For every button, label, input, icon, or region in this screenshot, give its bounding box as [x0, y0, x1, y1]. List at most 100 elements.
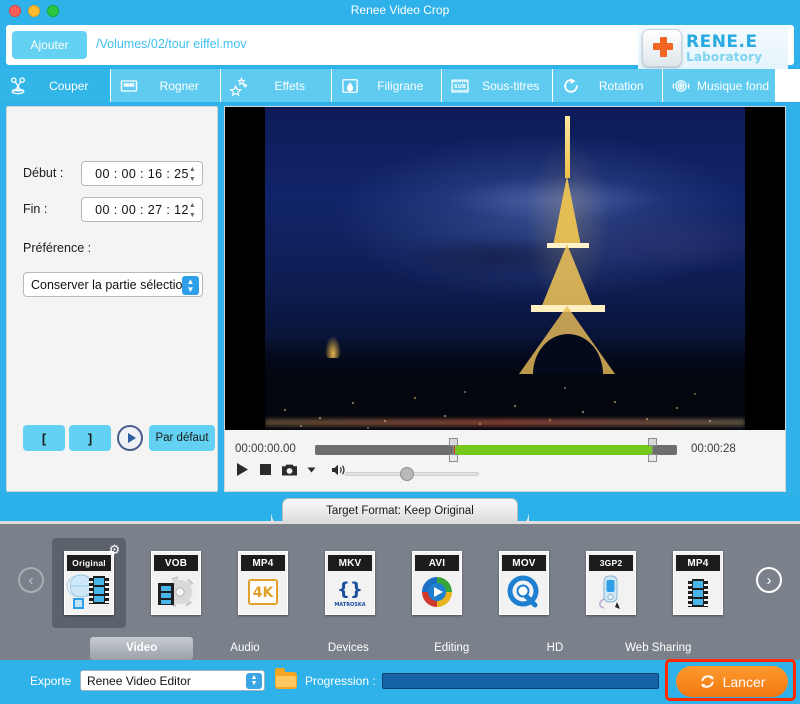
launch-highlight-frame: Lancer [665, 659, 796, 701]
matroska-icon: {} MATROSKA [326, 571, 374, 614]
current-time-label: 00:00:00.00 [235, 443, 296, 455]
preference-value: Conserver la partie sélection... [31, 277, 200, 292]
volume-slider-knob[interactable] [399, 467, 414, 481]
format-label: 3GP2 [589, 555, 633, 571]
tower-spire [565, 116, 570, 178]
gear-icon[interactable]: ⚙ [102, 536, 128, 562]
format-tab-strip: Target Format: Keep Original [0, 498, 800, 522]
tab-musique-fond[interactable]: Musique fond [663, 69, 777, 102]
brand-logo: RENE.E Laboratory [638, 25, 788, 71]
tower-upper-section [553, 176, 581, 246]
preference-select[interactable]: Conserver la partie sélection... ▲ ▼ [23, 272, 203, 297]
format-card: Original [64, 551, 114, 615]
mark-in-button[interactable]: [ [23, 425, 65, 451]
category-tab-hd[interactable]: HD [503, 637, 606, 660]
start-time-field[interactable]: 00 : 00 : 16 : 25 ▲ ▼ [81, 161, 203, 186]
tab-sous-titres[interactable]: SUB Sous-titres [442, 69, 553, 102]
format-label: MP4 [241, 555, 285, 571]
watermark-icon [340, 76, 360, 96]
logo-text: RENE.E Laboratory [686, 33, 762, 63]
format-item-mov[interactable]: MOV [487, 538, 561, 628]
main-body: Début : 00 : 00 : 16 : 25 ▲ ▼ Fin : 00 : … [0, 102, 800, 496]
format-item-mp4-4k[interactable]: MP4 4K [226, 538, 300, 628]
video-preview[interactable] [225, 107, 785, 430]
format-card: MKV {} MATROSKA [325, 551, 375, 615]
launch-button[interactable]: Lancer [676, 666, 788, 697]
tab-effets[interactable]: Effets [221, 69, 332, 102]
export-label: Exporte [30, 674, 72, 688]
format-list: Original ⚙ VOB MP4 4K MKV {} MATROSKA AV… [52, 536, 752, 630]
category-tab-video[interactable]: Video [90, 637, 194, 660]
snapshot-dropdown-icon[interactable] [307, 466, 316, 474]
app-window: Renee Video Crop Ajouter /Volumes/02/tou… [0, 0, 800, 704]
timeline-track[interactable] [315, 438, 677, 462]
tab-rotation[interactable]: Rotation [552, 69, 663, 102]
rotate-icon [561, 76, 581, 96]
format-item-mkv[interactable]: MKV {} MATROSKA [313, 538, 387, 628]
category-tab-web-sharing[interactable]: Web Sharing [607, 637, 710, 660]
format-item-mp4[interactable]: MP4 [661, 538, 735, 628]
format-next-arrow-icon[interactable]: › [756, 567, 782, 593]
end-time-label: Fin : [23, 202, 48, 216]
category-tab-audio[interactable]: Audio [193, 637, 296, 660]
target-format-tab[interactable]: Target Format: Keep Original [282, 498, 529, 522]
film-strip [89, 576, 109, 604]
svg-text:SUB: SUB [454, 83, 466, 89]
add-file-bar: Ajouter /Volumes/02/tour eiffel.mov RENE… [6, 25, 794, 71]
format-label: AVI [415, 555, 459, 571]
category-tab-devices[interactable]: Devices [297, 637, 400, 660]
default-button[interactable]: Par défaut [149, 425, 215, 451]
tab-filigrane-label: Filigrane [377, 78, 424, 93]
crop-icon [119, 76, 139, 96]
top-tab-bar: Couper Rogner Effets Filigrane SUB Sous-… [0, 69, 800, 102]
end-time-stepper[interactable]: ▲ ▼ [187, 201, 198, 220]
format-prev-arrow-icon[interactable]: ‹ [18, 567, 44, 593]
start-time-stepper[interactable]: ▲ ▼ [187, 165, 198, 184]
end-time-field[interactable]: 00 : 00 : 27 : 12 ▲ ▼ [81, 197, 203, 222]
format-label: VOB [154, 555, 198, 571]
category-tab-editing[interactable]: Editing [400, 637, 503, 660]
disc-film-icon [152, 571, 200, 614]
timeline-area: 00:00:00.00 00:00:28 [225, 432, 785, 491]
invalides-dome [325, 336, 341, 358]
export-target-select[interactable]: Renee Video Editor ▲ ▼ [80, 670, 265, 691]
window-title: Renee Video Crop [350, 3, 450, 17]
road-lights [265, 419, 745, 426]
format-item-vob[interactable]: VOB [139, 538, 213, 628]
export-target-value: Renee Video Editor [87, 674, 191, 688]
refresh-circle-icon [699, 673, 716, 690]
tab-rogner[interactable]: Rogner [110, 69, 221, 102]
format-item-3gp2[interactable]: 3GP2 [574, 538, 648, 628]
format-item-original[interactable]: Original ⚙ [52, 536, 128, 628]
play-circle-icon[interactable] [117, 425, 143, 451]
tab-couper[interactable]: Couper [0, 69, 111, 102]
snapshot-camera-icon[interactable] [281, 463, 298, 477]
add-button[interactable]: Ajouter [12, 31, 87, 59]
format-card: 3GP2 [586, 551, 636, 615]
4k-icon: 4K [239, 571, 287, 614]
folder-icon[interactable] [275, 668, 297, 689]
selection-start-handle[interactable] [448, 438, 458, 462]
progress-bar [382, 673, 659, 689]
format-card: MP4 [673, 551, 723, 615]
film-strip-icon [674, 571, 722, 614]
end-time-value: 00 : 00 : 27 : 12 [95, 202, 189, 217]
launch-button-label: Lancer [722, 673, 766, 690]
category-spacer [0, 637, 90, 660]
start-time-label: Début : [23, 166, 64, 180]
tab-musique-fond-label: Musique fond [697, 78, 770, 93]
tab-filigrane[interactable]: Filigrane [331, 69, 442, 102]
play-icon[interactable] [235, 462, 250, 477]
mark-out-button[interactable]: ] [69, 425, 111, 451]
preference-label: Préférence : [23, 241, 92, 255]
stop-icon[interactable] [259, 463, 272, 476]
trim-panel: Début : 00 : 00 : 16 : 25 ▲ ▼ Fin : 00 : … [6, 106, 218, 492]
format-card: VOB [151, 551, 201, 615]
format-item-avi[interactable]: AVI [400, 538, 474, 628]
eiffel-tower-night-scene [265, 107, 745, 430]
selection-end-handle[interactable] [647, 438, 657, 462]
total-time-label: 00:00:28 [691, 443, 736, 455]
svg-text:MATROSKA: MATROSKA [334, 602, 365, 608]
category-tab-bar: Video Audio Devices Editing HD Web Shari… [0, 637, 800, 660]
format-label: MOV [502, 555, 546, 571]
